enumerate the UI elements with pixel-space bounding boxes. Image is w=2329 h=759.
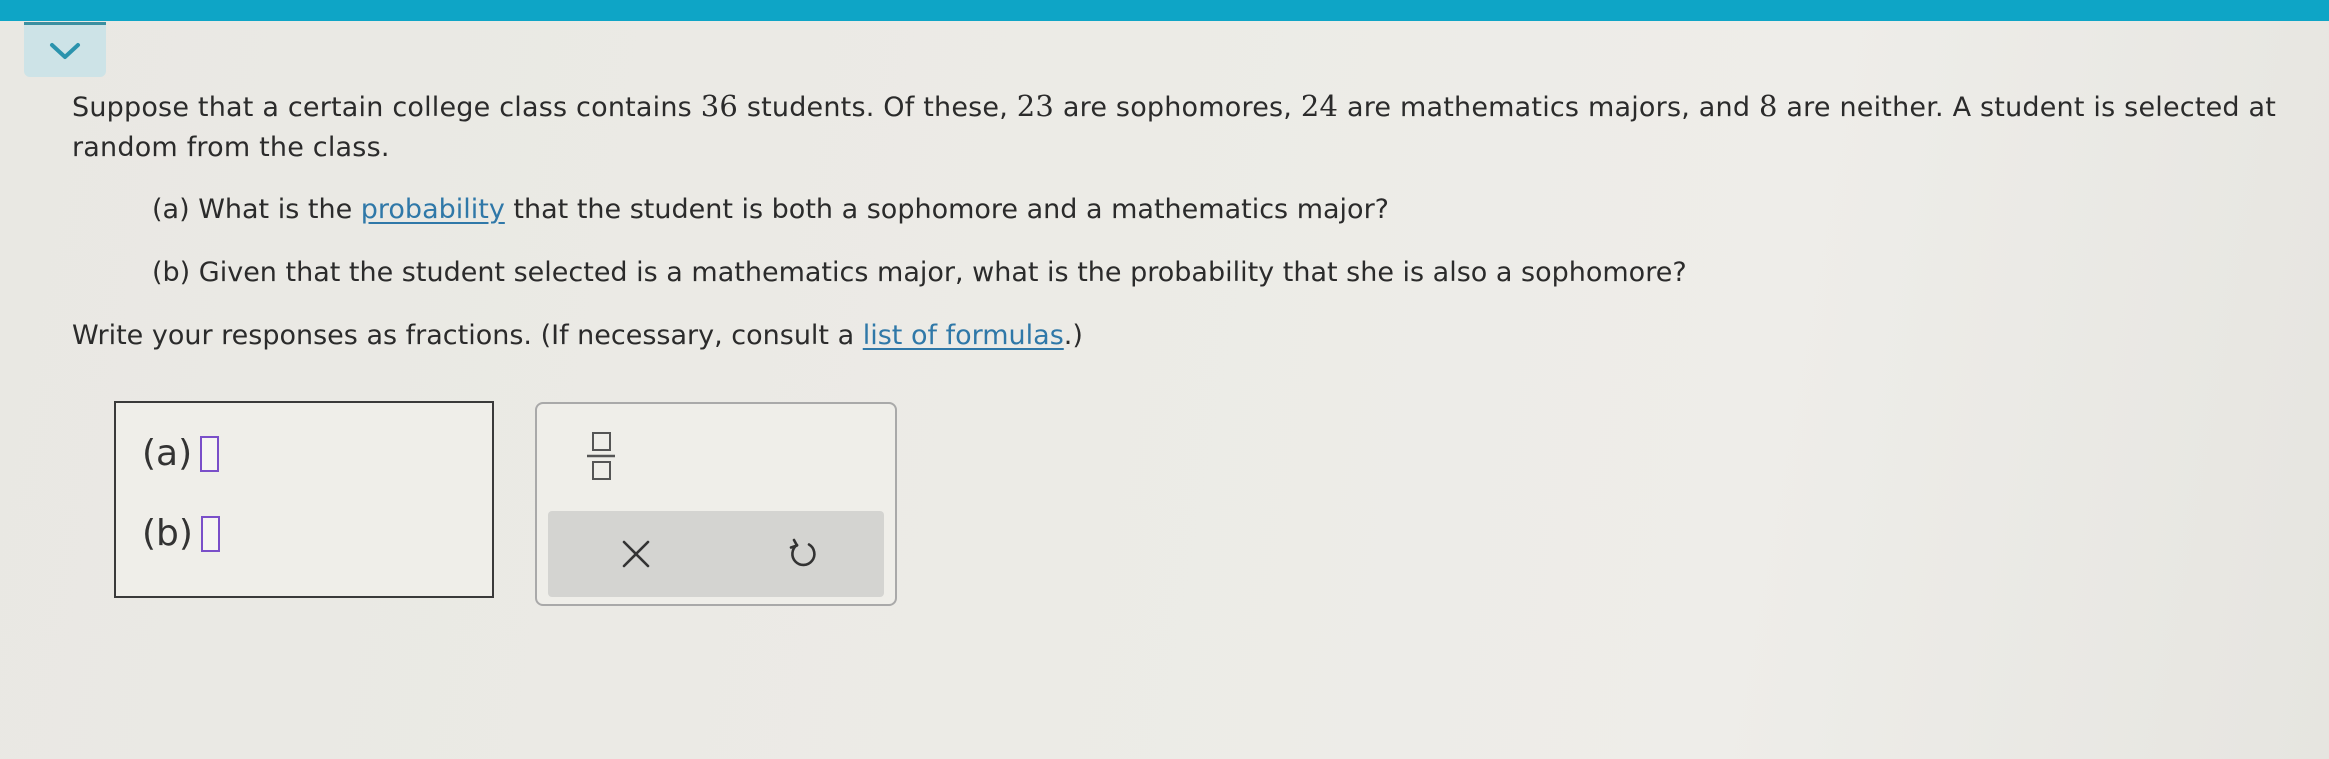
undo-icon: [789, 538, 816, 567]
part-b-question: (b) Given that the student selected is a…: [152, 257, 1687, 288]
answer-box: (a) (b): [114, 401, 494, 598]
clear-button[interactable]: [621, 539, 651, 569]
answer-a-input[interactable]: [200, 435, 220, 472]
list-of-formulas-link[interactable]: list of formulas: [863, 320, 1064, 351]
fraction-button[interactable]: [581, 428, 621, 484]
fraction-icon: [587, 432, 615, 480]
total-students-number: 36: [700, 89, 739, 123]
undo-button[interactable]: [787, 538, 819, 570]
part-a-question: (a) What is the probability that the stu…: [152, 194, 1389, 225]
close-icon: [622, 540, 650, 568]
palette-action-bar: [548, 511, 884, 597]
answer-row-b: (b): [142, 513, 220, 554]
top-accent-bar: [0, 0, 2329, 21]
question-text: Suppose that a certain college class con…: [72, 89, 2277, 163]
sophomores-number: 23: [1016, 89, 1055, 123]
answer-b-label: (b): [142, 513, 193, 554]
collapse-button[interactable]: [24, 22, 106, 77]
math-majors-number: 24: [1300, 89, 1339, 123]
instructions-text: Write your responses as fractions. (If n…: [72, 320, 1083, 351]
chevron-down-icon: [50, 43, 80, 59]
math-palette: [535, 402, 897, 606]
probability-link[interactable]: probability: [361, 194, 505, 225]
answer-b-input[interactable]: [200, 515, 220, 552]
answer-a-label: (a): [142, 433, 193, 474]
answer-row-a: (a): [142, 433, 220, 474]
neither-number: 8: [1758, 89, 1778, 123]
